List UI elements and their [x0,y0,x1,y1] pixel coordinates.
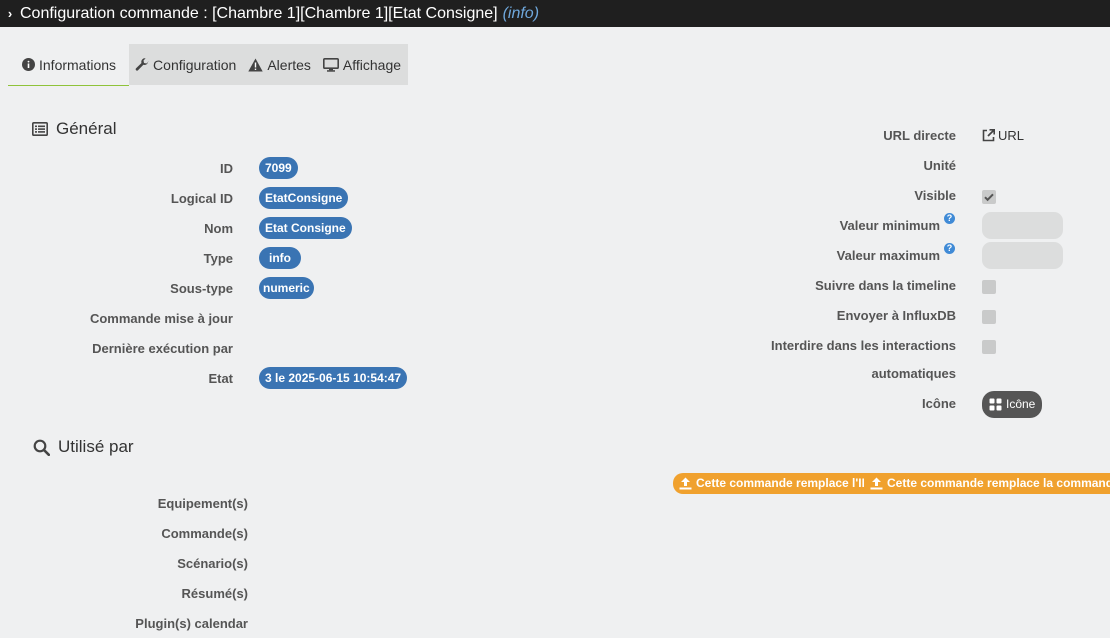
etat-label: Etat [208,371,233,386]
tab-label: Alertes [267,56,311,73]
influxdb-label: Envoyer à InfluxDB [836,308,956,323]
valeur-max-input[interactable] [982,242,1063,269]
wrench-icon [135,57,149,71]
replace-id-button[interactable]: Cette commande remplace l'ID [673,473,877,494]
chevron-right-icon[interactable]: › [0,0,20,27]
id-label: ID [220,161,233,176]
nom-label: Nom [204,221,233,236]
section-title: Utilisé par [58,437,134,456]
tab-label: Informations [39,56,117,73]
timeline-checkbox[interactable] [982,280,996,294]
tab-alertes[interactable]: Alertes [242,44,317,85]
icone-button-label: Icône [1006,397,1036,411]
nom-value: Etat Consigne [259,217,352,239]
type-label: Type [203,251,233,266]
logical-id-label: Logical ID [170,191,233,206]
upload-icon [870,477,883,490]
title-bar: › Configuration commande : [Chambre 1][C… [0,0,1110,27]
tab-affichage[interactable]: Affichage [317,44,408,85]
external-link-icon [982,129,995,142]
monitor-icon [322,57,339,72]
list-alt-icon [32,122,48,136]
valeur-min-label: Valeur minimum [839,218,940,233]
tab-configuration[interactable]: Configuration [129,44,242,85]
interdire-label: Interdire dans les interactions [771,338,956,353]
interdire-label-2: automatiques [871,366,956,381]
interdire-checkbox[interactable] [982,340,996,354]
flag-icon [989,398,1002,411]
check-icon [984,193,994,202]
tab-bar: Informations Configuration Alertes Affic… [8,44,409,86]
warning-icon [248,58,264,71]
url-directe-label: URL directe [883,128,956,143]
timeline-label: Suivre dans la timeline [815,278,956,293]
help-icon[interactable]: ? [944,243,955,254]
resumes-label: Résumé(s) [181,586,248,601]
valeur-min-input[interactable] [982,212,1063,239]
tab-informations[interactable]: Informations [8,44,130,86]
commandes-label: Commande(s) [161,526,248,541]
sous-type-label: Sous-type [170,281,233,296]
visible-label: Visible [914,188,956,203]
equipements-label: Equipement(s) [157,496,248,511]
help-icon[interactable]: ? [944,213,955,224]
section-utilise-par: Utilisé par [33,437,134,457]
unite-label: Unité [923,158,957,173]
commande-maj-label: Commande mise à jour [89,311,233,326]
plugins-calendar-label: Plugin(s) calendar [135,616,248,631]
upload-icon [679,477,692,490]
influxdb-checkbox[interactable] [982,310,996,324]
type-value: info [259,247,301,269]
visible-checkbox[interactable] [982,190,996,204]
icone-button[interactable]: Icône [982,391,1043,418]
etat-value: 3 le 2025-06-15 10:54:47 [259,367,408,389]
info-circle-icon [22,58,35,71]
tab-label: Configuration [153,56,237,73]
section-title: Général [56,119,117,138]
search-icon [33,439,50,456]
sous-type-value: numeric [259,277,314,299]
tab-label: Affichage [342,56,402,73]
valeur-max-label: Valeur maximum [836,248,940,263]
section-general: Général [32,119,116,139]
icone-label: Icône [922,396,956,411]
replace-commande-button[interactable]: Cette commande remplace la commande [864,473,1110,494]
scenarios-label: Scénario(s) [177,556,248,571]
replace-commande-label: Cette commande remplace la commande [887,476,1110,490]
url-link-label: URL [998,128,1025,143]
command-type: (info) [502,5,540,22]
page-title: Configuration commande : [Chambre 1][Cha… [20,5,498,22]
derniere-execution-label: Dernière exécution par [92,341,233,356]
replace-id-label: Cette commande remplace l'ID [696,476,871,490]
url-link[interactable]: URL [982,128,1024,143]
id-value: 7099 [259,157,298,179]
logical-id-value: EtatConsigne [259,187,349,209]
